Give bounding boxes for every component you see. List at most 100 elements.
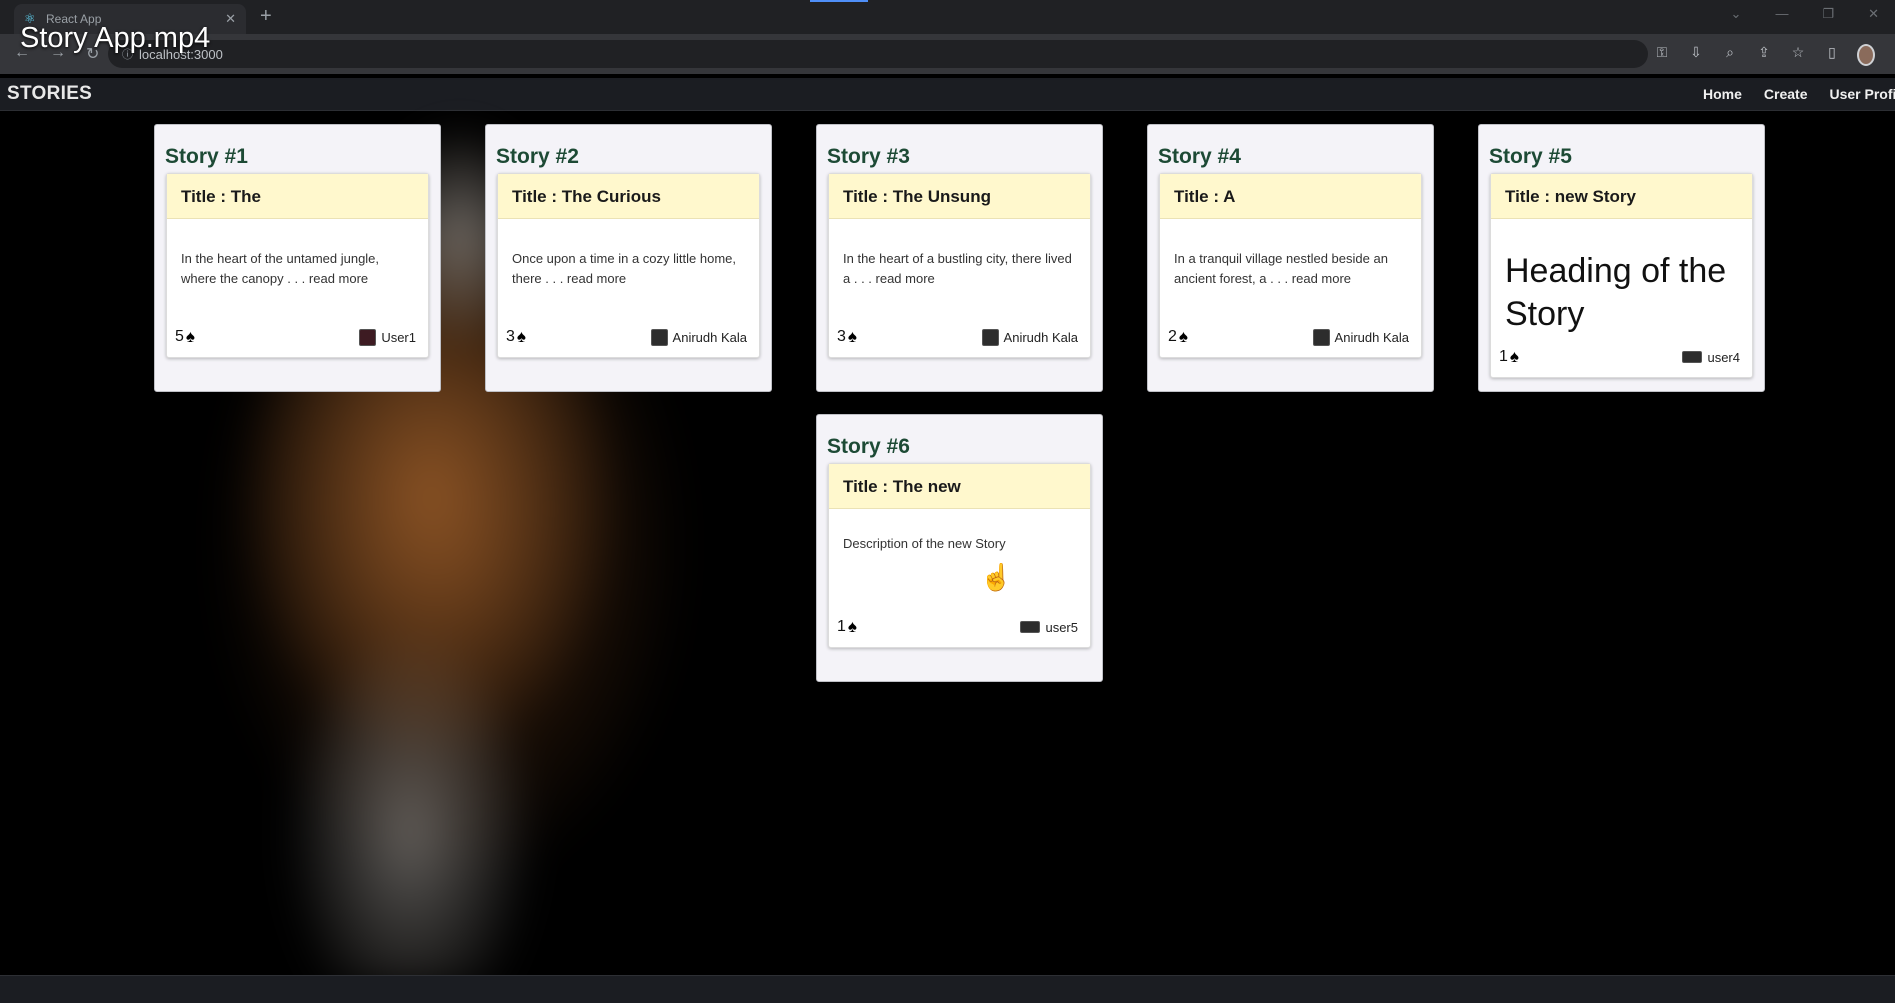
upvote-icon[interactable]: ♠	[848, 617, 857, 637]
story-card[interactable]: Story #3 Title : The Unsung In the heart…	[816, 124, 1103, 392]
nav-create-link[interactable]: Create	[1764, 86, 1808, 102]
author-name: User1	[381, 329, 416, 345]
author-name: Anirudh Kala	[672, 329, 747, 345]
story-title: Title : The	[167, 174, 428, 219]
story-footer: 2 ♠ Anirudh Kala	[1168, 327, 1409, 347]
story-description[interactable]: In the heart of a bustling city, there l…	[843, 249, 1079, 289]
story-number: Story #4	[1158, 145, 1241, 168]
story-title: Title : The Unsung	[829, 174, 1090, 219]
vote-counter: 1 ♠	[1499, 347, 1519, 367]
install-icon[interactable]: ⇩	[1687, 44, 1705, 66]
browser-tab-strip: ⚛ React App ✕ + ⌄ — ❐ ✕	[0, 0, 1895, 34]
brand-logo[interactable]: STORIES	[7, 83, 92, 105]
story-content-card[interactable]: Title : The In the heart of the untamed …	[166, 173, 429, 358]
side-panel-icon[interactable]: ▯	[1823, 44, 1841, 66]
vote-counter: 3 ♠	[506, 327, 526, 347]
story-content-card[interactable]: Title : The new Description of the new S…	[828, 463, 1091, 648]
avatar	[1682, 351, 1703, 363]
story-card[interactable]: Story #5 Title : new Story Heading of th…	[1478, 124, 1765, 392]
story-content-card[interactable]: Title : The Curious Once upon a time in …	[497, 173, 760, 358]
story-title: Title : The Curious	[498, 174, 759, 219]
author-info: user4	[1682, 350, 1740, 365]
vote-count: 3	[837, 328, 846, 345]
author-info: Anirudh Kala	[650, 328, 747, 346]
zoom-icon[interactable]: ⌕	[1721, 44, 1739, 66]
upvote-icon[interactable]: ♠	[186, 327, 195, 347]
story-title: Title : A	[1160, 174, 1421, 219]
author-info: Anirudh Kala	[1312, 328, 1409, 346]
story-number: Story #2	[496, 145, 579, 168]
story-card[interactable]: Story #2 Title : The Curious Once upon a…	[485, 124, 772, 392]
vote-counter: 3 ♠	[837, 327, 857, 347]
nav-home-link[interactable]: Home	[1703, 86, 1742, 102]
story-number: Story #3	[827, 145, 910, 168]
story-content-card[interactable]: Title : The Unsung In the heart of a bus…	[828, 173, 1091, 358]
upvote-icon[interactable]: ♠	[848, 327, 857, 347]
story-title: Title : The new	[829, 464, 1090, 509]
avatar	[1312, 328, 1330, 346]
share-icon[interactable]: ⇪	[1755, 44, 1773, 66]
vote-counter: 5 ♠	[175, 327, 195, 347]
story-footer: 3 ♠ Anirudh Kala	[506, 327, 747, 347]
window-controls: ⌄ — ❐ ✕	[1731, 6, 1879, 22]
address-toolbar: ← → ↻ ⓘ localhost:3000 ⚿ ⇩ ⌕ ⇪ ☆ ▯	[0, 34, 1895, 74]
close-tab-icon[interactable]: ✕	[225, 11, 236, 27]
vote-count: 3	[506, 328, 515, 345]
story-body-heading: Heading of the Story	[1505, 252, 1727, 333]
close-window-icon[interactable]: ✕	[1868, 6, 1879, 22]
browser-action-icons: ⚿ ⇩ ⌕ ⇪ ☆ ▯	[1653, 44, 1875, 66]
avatar	[981, 328, 999, 346]
nav-links: Home Create User Profi	[1703, 86, 1895, 102]
minimize-icon[interactable]: —	[1775, 6, 1788, 22]
app-navbar: STORIES Home Create User Profi	[0, 78, 1895, 111]
story-number: Story #5	[1489, 145, 1572, 168]
vote-counter: 2 ♠	[1168, 327, 1188, 347]
story-description[interactable]: In a tranquil village nestled beside an …	[1174, 249, 1410, 289]
restore-icon[interactable]: ❐	[1822, 6, 1834, 22]
video-bottom-bar	[0, 975, 1895, 1003]
story-number: Story #6	[827, 435, 910, 458]
tab-search-icon[interactable]: ⌄	[1731, 6, 1742, 22]
story-card[interactable]: Story #4 Title : A In a tranquil village…	[1147, 124, 1434, 392]
upvote-icon[interactable]: ♠	[1179, 327, 1188, 347]
profile-avatar-icon[interactable]	[1857, 44, 1875, 66]
story-number: Story #1	[165, 145, 248, 168]
story-footer: 3 ♠ Anirudh Kala	[837, 327, 1078, 347]
vote-count: 5	[175, 328, 184, 345]
upvote-icon[interactable]: ♠	[517, 327, 526, 347]
hand-cursor-icon: ☝	[980, 562, 1013, 592]
vote-count: 1	[1499, 348, 1508, 365]
author-name: Anirudh Kala	[1003, 329, 1078, 345]
avatar	[1020, 621, 1041, 633]
avatar	[650, 328, 668, 346]
story-content-card[interactable]: Title : new Story Heading of the Story 1…	[1490, 173, 1753, 378]
story-description[interactable]: In the heart of the untamed jungle, wher…	[181, 249, 417, 289]
nav-profile-link[interactable]: User Profi	[1830, 86, 1895, 102]
author-name: user4	[1707, 349, 1740, 365]
story-description[interactable]: Description of the new Story	[843, 534, 1079, 554]
story-footer: 1 ♠ user4	[1499, 347, 1740, 367]
key-icon[interactable]: ⚿	[1653, 44, 1671, 66]
story-footer: 1 ♠ user5	[837, 617, 1078, 637]
story-content-card[interactable]: Title : A In a tranquil village nestled …	[1159, 173, 1422, 358]
author-info: User1	[359, 328, 416, 346]
story-footer: 5 ♠ User1	[175, 327, 416, 347]
vote-count: 1	[837, 618, 846, 635]
author-name: user5	[1045, 619, 1078, 635]
video-title-overlay: Story App.mp4	[20, 22, 211, 54]
story-card[interactable]: Story #6 Title : The new Description of …	[816, 414, 1103, 682]
new-tab-icon[interactable]: +	[260, 5, 272, 28]
story-card[interactable]: Story #1 Title : The In the heart of the…	[154, 124, 441, 392]
vote-count: 2	[1168, 328, 1177, 345]
vote-counter: 1 ♠	[837, 617, 857, 637]
author-info: Anirudh Kala	[981, 328, 1078, 346]
story-description[interactable]: Once upon a time in a cozy little home, …	[512, 249, 748, 289]
upvote-icon[interactable]: ♠	[1510, 347, 1519, 367]
author-info: user5	[1020, 620, 1078, 635]
loading-indicator	[810, 0, 868, 2]
bookmark-star-icon[interactable]: ☆	[1789, 44, 1807, 66]
address-bar[interactable]: ⓘ localhost:3000	[108, 40, 1648, 68]
author-name: Anirudh Kala	[1334, 329, 1409, 345]
story-title: Title : new Story	[1491, 174, 1752, 219]
avatar	[359, 328, 377, 346]
